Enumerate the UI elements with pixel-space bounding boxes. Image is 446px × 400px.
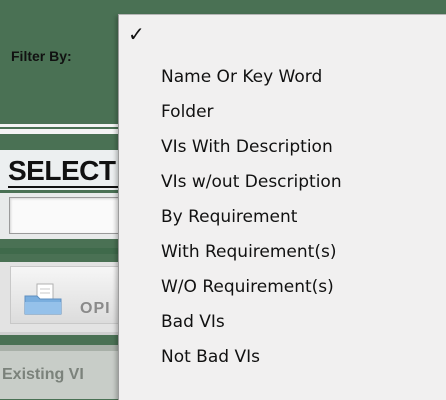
menu-item-bad-vis[interactable]: Bad VIs bbox=[119, 305, 446, 339]
heading-underline bbox=[8, 186, 120, 188]
menu-item-label: W/O Requirement(s) bbox=[161, 277, 334, 297]
filter-by-label: Filter By: bbox=[11, 48, 72, 64]
menu-item-folder[interactable]: Folder bbox=[119, 95, 446, 129]
menu-item-label: Bad VIs bbox=[161, 312, 225, 332]
folder-document-icon bbox=[24, 283, 62, 315]
menu-item-label: Folder bbox=[161, 102, 214, 122]
menu-item-vis-with-description[interactable]: VIs With Description bbox=[119, 130, 446, 164]
menu-item-vis-without-description[interactable]: VIs w/out Description bbox=[119, 165, 446, 199]
menu-item-label: Name Or Key Word bbox=[161, 67, 323, 87]
existing-vis-label: Existing VI bbox=[2, 366, 84, 383]
menu-item-by-requirement[interactable]: By Requirement bbox=[119, 200, 446, 234]
select-heading: SELECT bbox=[8, 155, 116, 186]
filter-dropdown-menu[interactable]: Name Or Key Word Folder VIs With Descrip… bbox=[118, 14, 446, 400]
menu-item-label: Not Bad VIs bbox=[161, 347, 260, 367]
menu-item-with-requirements[interactable]: With Requirement(s) bbox=[119, 235, 446, 269]
checkmark-icon: ✓ bbox=[128, 22, 145, 46]
divider bbox=[0, 248, 120, 254]
open-button-label: OPI bbox=[80, 300, 111, 317]
menu-item-label: VIs w/out Description bbox=[161, 172, 342, 192]
menu-item-label: VIs With Description bbox=[161, 137, 333, 157]
menu-item-without-requirements[interactable]: W/O Requirement(s) bbox=[119, 270, 446, 304]
divider bbox=[0, 332, 120, 335]
menu-item-not-bad-vis[interactable]: Not Bad VIs bbox=[119, 340, 446, 374]
search-input[interactable] bbox=[9, 197, 120, 234]
menu-item-label: With Requirement(s) bbox=[161, 242, 337, 262]
menu-item-label: By Requirement bbox=[161, 207, 298, 227]
menu-item-name-or-key-word[interactable]: Name Or Key Word bbox=[119, 60, 446, 94]
